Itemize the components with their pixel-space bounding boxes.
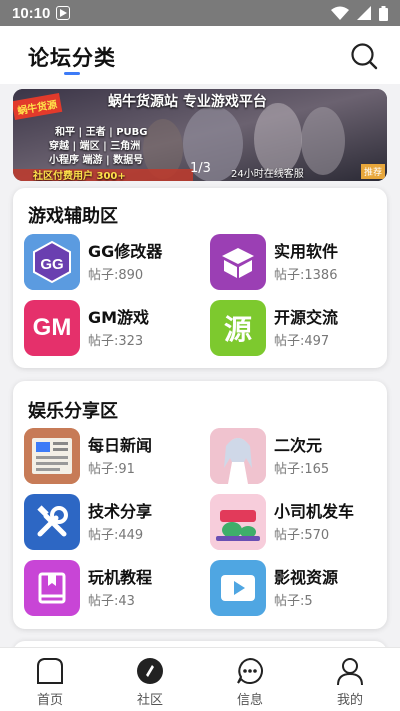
banner-text-line: 24小时在线客服 [231,169,304,180]
post-count: 帖子:449 [88,528,144,543]
status-bar: 10:10 [0,0,400,26]
forum-name: 技术分享 [88,502,153,521]
section-title: 娱乐分享区 [28,401,118,422]
svg-text:GG: GG [40,256,63,273]
home-icon [37,658,63,684]
forum-item-little-driver[interactable]: 小司机发车 帖子:570 [210,494,380,552]
forum-item-anime[interactable]: 二次元 帖子:165 [210,428,380,486]
user-icon [337,658,363,686]
play-notification-icon [56,6,71,20]
message-icon [237,657,263,684]
forum-name: 二次元 [274,436,323,455]
tab-label: 信息 [236,693,263,708]
forum-item-daily-news[interactable]: 每日新闻 帖子:91 [24,428,194,486]
title-underline [64,72,80,75]
cartoon-car-icon [210,494,266,550]
bottom-tab-bar: 首页 社区 信息 我的 [0,647,400,711]
post-count: 帖子:165 [274,462,330,477]
forum-item-phone-tutorial[interactable]: 玩机教程 帖子:43 [24,560,194,618]
forum-name: GM游戏 [88,308,150,327]
post-count: 帖子:497 [274,334,330,349]
gg-modifier-icon: GG [24,234,80,290]
tab-label: 首页 [36,693,63,708]
post-count: 帖子:5 [274,594,313,609]
source-icon: 源 [210,300,266,356]
anime-girl-icon [210,428,266,484]
post-count: 帖子:570 [274,528,330,543]
newspaper-icon [24,428,80,484]
signal-icon [357,6,371,20]
gm-icon: GM [24,300,80,356]
forum-name: 影视资源 [274,568,339,587]
forum-name: 每日新闻 [88,436,153,455]
tab-messages[interactable]: 信息 [200,648,300,711]
forum-name: GG修改器 [88,242,163,261]
post-count: 帖子:890 [88,268,144,283]
tab-community[interactable]: 社区 [100,648,200,711]
banner-text-line: 和平 | 王者 | PUBG [55,127,148,138]
section-title: 游戏辅助区 [28,206,118,227]
promo-banner[interactable]: 蜗牛货源 蜗牛货源站 专业游戏平台 和平 | 王者 | PUBG 穿越 | 端区… [13,89,387,181]
post-count: 帖子:323 [88,334,144,349]
forum-item-useful-software[interactable]: 实用软件 帖子:1386 [210,234,380,292]
banner-text-line: 社区付费用户 300+ [33,171,126,181]
forum-name: 小司机发车 [274,502,355,521]
post-count: 帖子:43 [88,594,135,609]
wifi-icon [331,6,349,20]
forum-name: 玩机教程 [88,568,153,587]
forum-item-video-resources[interactable]: 影视资源 帖子:5 [210,560,380,618]
section-card-game-assist: 游戏辅助区 GG GG修改器 帖子:890 实用软件 帖子:1386 GM GM… [13,188,387,368]
banner-headline: 蜗牛货源站 专业游戏平台 [108,94,267,110]
page-title: 论坛分类 [28,46,116,70]
forum-name: 实用软件 [274,242,339,261]
book-icon [24,560,80,616]
section-card-entertainment: 娱乐分享区 每日新闻 帖子:91 二次元 帖子:165 技术分享 帖子:449 … [13,381,387,629]
tab-home[interactable]: 首页 [0,648,100,711]
post-count: 帖子:91 [88,462,135,477]
banner-text-line: 小程序 端游 | 数据号 [49,155,144,166]
forum-item-tech-share[interactable]: 技术分享 帖子:449 [24,494,194,552]
post-count: 帖子:1386 [274,268,338,283]
play-video-icon [210,560,266,616]
box-icon [210,234,266,290]
tab-label: 社区 [136,693,163,708]
banner-pager: 1/3 [190,161,211,176]
tab-label: 我的 [336,693,363,708]
forum-item-gg-modifier[interactable]: GG GG修改器 帖子:890 [24,234,194,292]
forum-item-gm-games[interactable]: GM GM游戏 帖子:323 [24,300,194,358]
search-icon[interactable] [350,42,378,70]
banner-tag: 推荐 [360,164,385,179]
app-header: 论坛分类 [0,26,400,84]
forum-name: 开源交流 [274,308,339,327]
tools-icon [24,494,80,550]
battery-icon [379,5,388,21]
banner-text-line: 穿越 | 端区 | 三角洲 [49,141,141,152]
forum-item-open-source[interactable]: 源 开源交流 帖子:497 [210,300,380,358]
tab-profile[interactable]: 我的 [300,648,400,711]
compass-icon [137,658,163,684]
status-time: 10:10 [12,4,51,22]
